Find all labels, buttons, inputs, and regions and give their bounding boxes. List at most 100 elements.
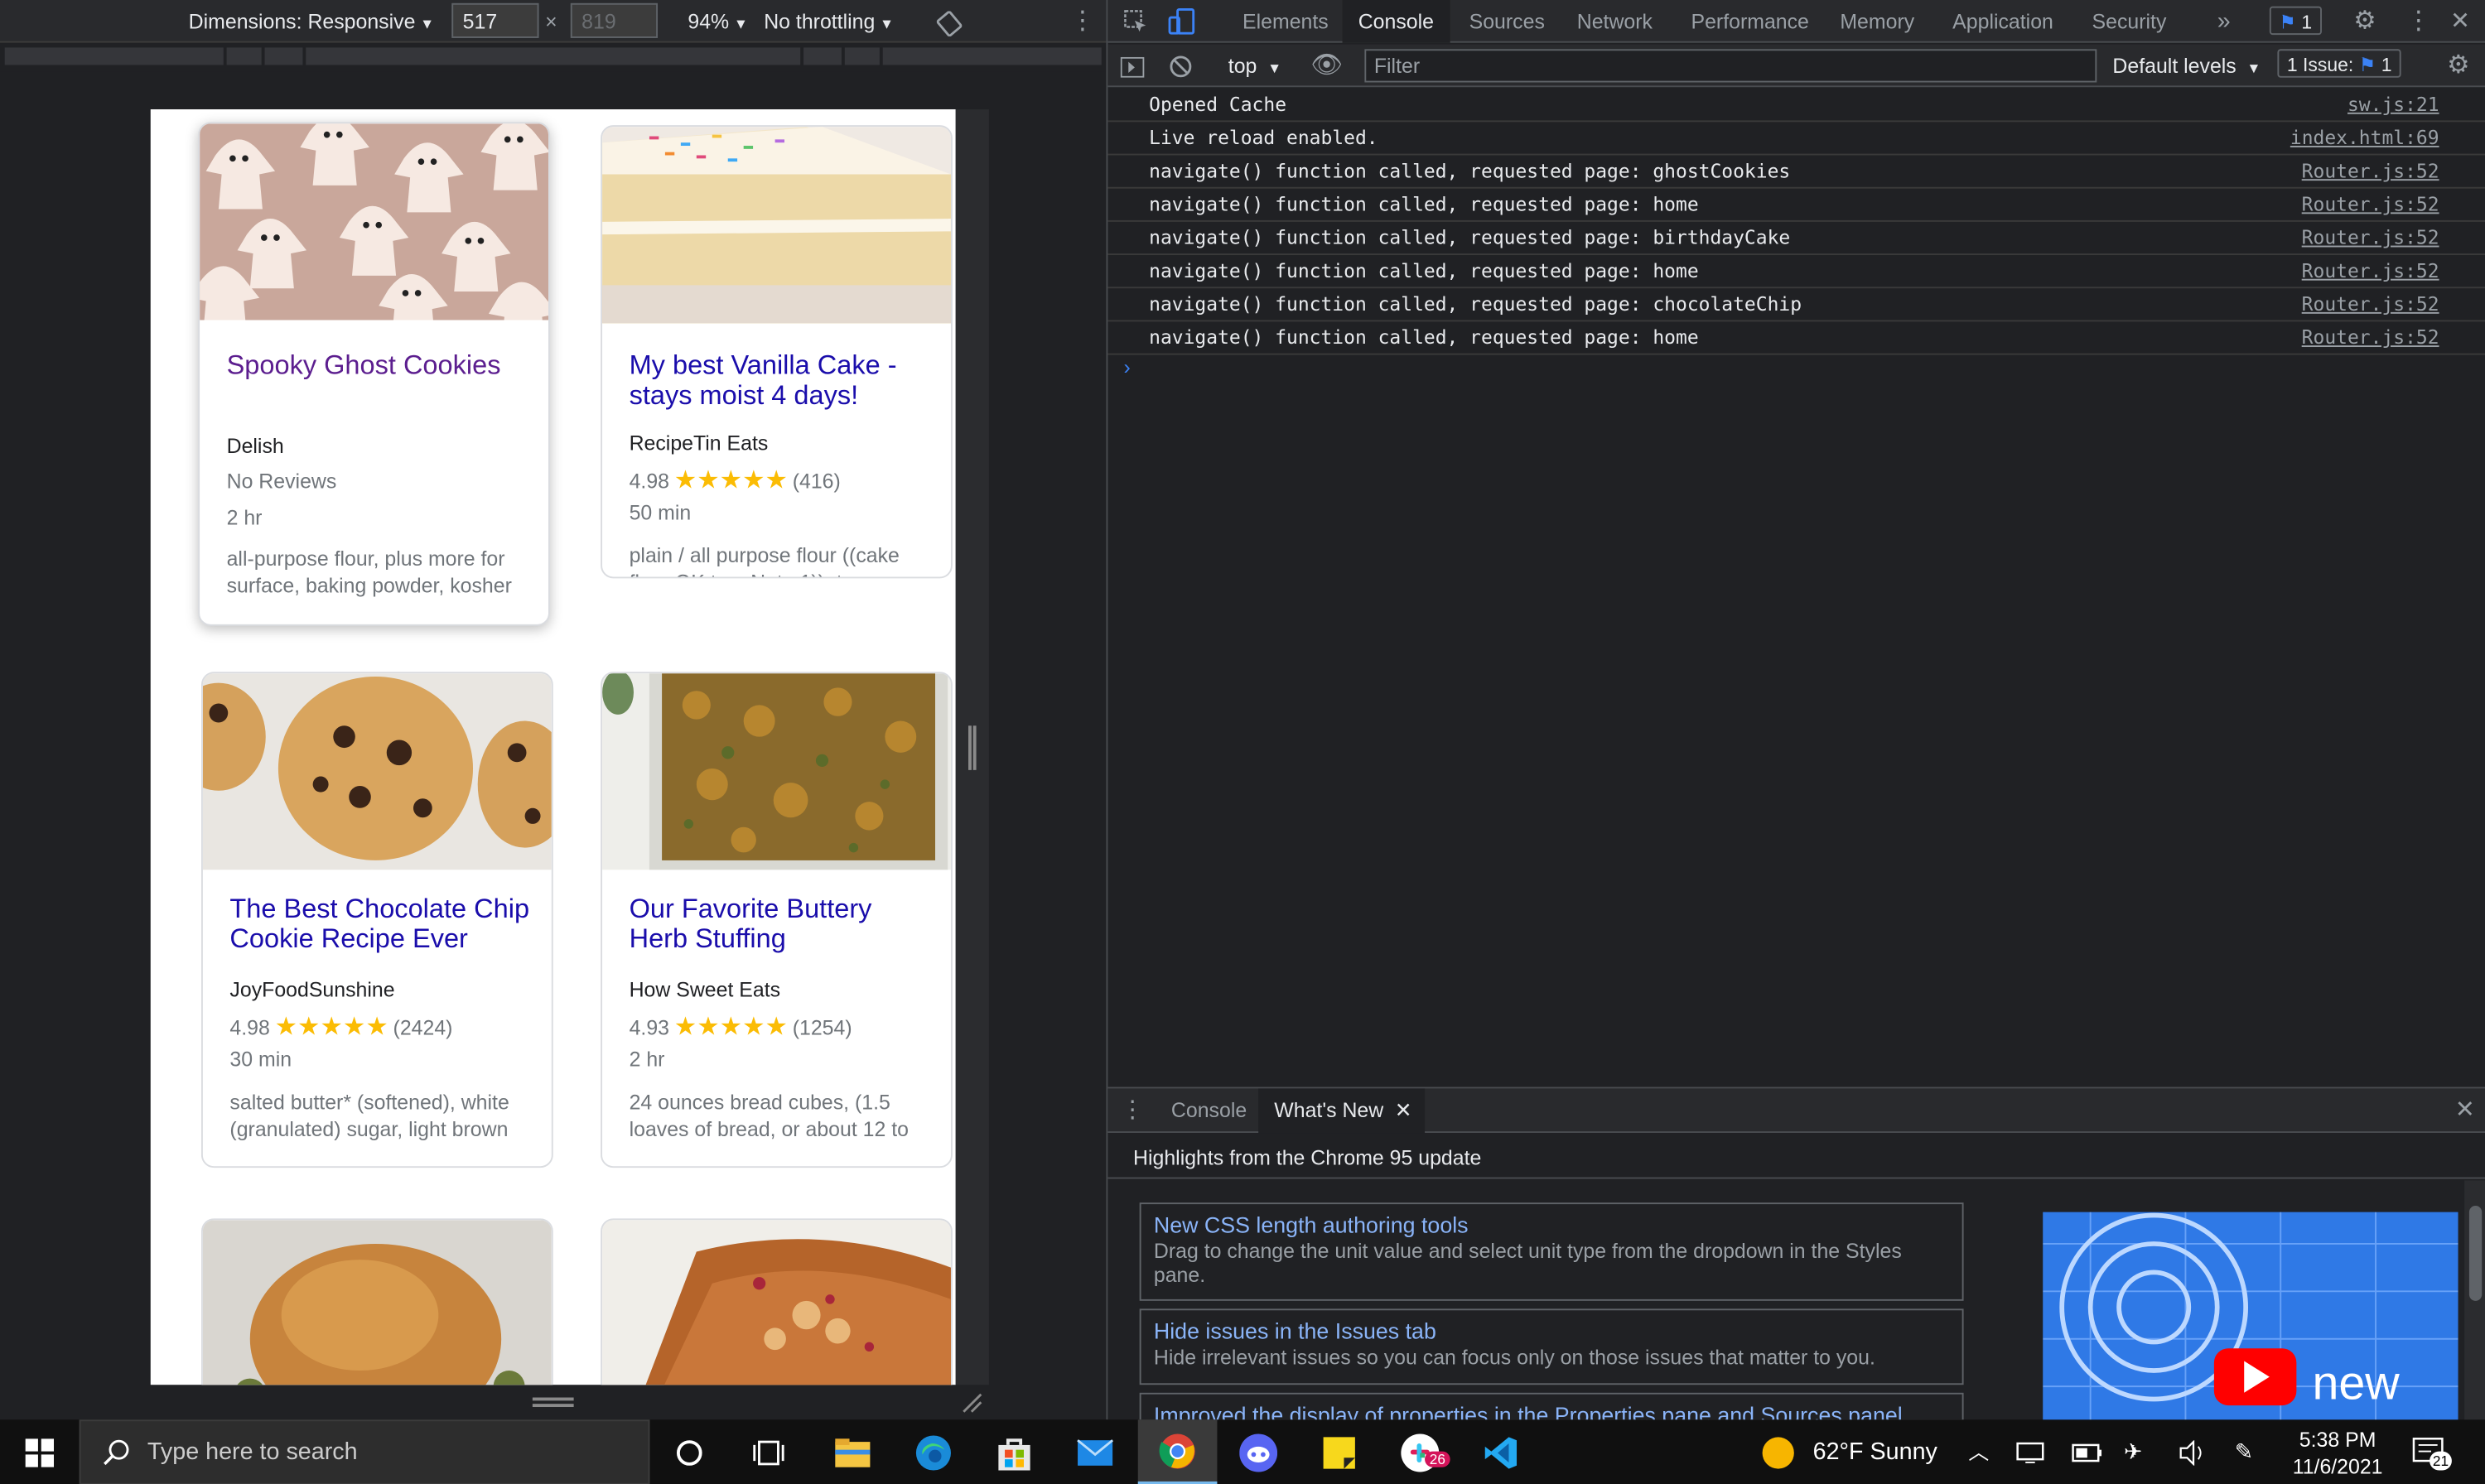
height-input[interactable]: 819 [570, 2, 659, 38]
throttling-dropdown[interactable]: No throttling ▼ [764, 0, 894, 43]
chrome-icon[interactable] [1137, 1419, 1218, 1484]
recipe-ingredients: plain / all purpose flour ((cake flour O… [629, 543, 932, 576]
airplane-mode-icon[interactable]: ✈ [2124, 1419, 2142, 1484]
console-prompt[interactable]: › [1124, 355, 1131, 379]
inspect-element-icon[interactable] [1124, 0, 1150, 43]
live-expression-eye-icon[interactable]: 👁 [1310, 45, 1343, 88]
recipe-title[interactable]: My best Vanilla Cake - stays moist 4 day… [630, 350, 931, 411]
edge-browser-icon[interactable] [894, 1419, 973, 1484]
ruler-segment[interactable] [226, 47, 262, 65]
recipe-card[interactable] [601, 1218, 953, 1385]
log-source-link[interactable]: Router.js:52 [2302, 156, 2439, 189]
close-drawer-icon[interactable]: ✕ [2439, 1088, 2485, 1133]
log-levels-dropdown[interactable]: Default levels ▼ [2112, 45, 2261, 90]
task-view-icon[interactable] [729, 1419, 808, 1484]
tab-console[interactable]: Console [1342, 0, 1450, 43]
ruler-segment[interactable] [264, 47, 303, 65]
drawer-scrollbar[interactable] [2464, 1180, 2485, 1422]
drawer-tab-label: What's New [1274, 1097, 1384, 1122]
settings-gear-icon[interactable]: ⚙ [2353, 0, 2376, 43]
battery-icon[interactable] [2072, 1419, 2103, 1484]
ruler-segment[interactable] [306, 47, 801, 65]
recipe-card[interactable]: Spooky Ghost Cookies Delish No Reviews 2… [198, 122, 550, 626]
sticky-notes-icon[interactable] [1300, 1419, 1379, 1484]
file-explorer-icon[interactable] [813, 1419, 893, 1484]
clear-console-icon[interactable] [1170, 45, 1192, 88]
log-source-link[interactable]: Router.js:52 [2302, 189, 2439, 222]
whats-new-item[interactable]: New CSS length authoring tools Drag to c… [1139, 1202, 1964, 1301]
cortana-icon[interactable] [649, 1419, 729, 1484]
console-settings-gear-icon[interactable]: ⚙ [2447, 45, 2469, 88]
ruler-segment[interactable] [844, 47, 880, 65]
resize-handle-corner[interactable] [960, 1391, 982, 1414]
recipe-title[interactable]: The Best Chocolate Chip Cookie Recipe Ev… [229, 894, 533, 954]
recipe-rating: No Reviews [226, 469, 337, 494]
tab-elements[interactable]: Elements [1227, 0, 1344, 43]
recipe-card[interactable] [200, 1218, 553, 1385]
issues-badge[interactable]: ⚑ 1 [2269, 6, 2322, 36]
whats-new-promo-image[interactable]: new [2043, 1212, 2458, 1422]
weather-widget[interactable]: 62°F Sunny [1762, 1419, 1937, 1484]
levels-label: Default levels [2112, 54, 2236, 78]
ruler-segment[interactable] [803, 47, 842, 65]
volume-icon[interactable] [2178, 1419, 2206, 1484]
log-source-link[interactable]: index.html:69 [2290, 122, 2439, 155]
close-tab-icon[interactable]: ✕ [1395, 1088, 1412, 1133]
tab-security[interactable]: Security [2076, 0, 2182, 43]
drawer-tab-console[interactable]: Console [1156, 1088, 1263, 1133]
log-source-link[interactable]: sw.js:21 [2347, 89, 2439, 122]
issues-counter[interactable]: 1 Issue: ⚑ 1 [2277, 49, 2401, 78]
more-tabs-icon[interactable]: » [2202, 0, 2246, 43]
zoom-dropdown[interactable]: 94% ▼ [688, 0, 748, 43]
ruler-segment[interactable] [882, 47, 1102, 65]
resize-handle-right[interactable] [968, 725, 977, 770]
drawer-tab-whats-new[interactable]: What's New ✕ [1258, 1088, 1425, 1134]
tab-performance[interactable]: Performance [1675, 0, 1825, 43]
whats-new-item[interactable]: Hide issues in the Issues tab Hide irrel… [1139, 1308, 1964, 1385]
clock[interactable]: 5:38 PM 11/6/2021 [2282, 1426, 2393, 1480]
scrollbar-thumb[interactable] [2468, 1206, 2483, 1301]
whats-new-item[interactable]: Improved the display of properties in th… [1139, 1392, 1964, 1422]
recipe-title[interactable]: Spooky Ghost Cookies [227, 350, 528, 380]
clock-date: 11/6/2021 [2292, 1454, 2383, 1479]
tab-memory[interactable]: Memory [1824, 0, 1930, 43]
log-source-link[interactable]: Router.js:52 [2302, 222, 2439, 255]
more-options-icon[interactable]: ⋮ [1069, 0, 1095, 43]
sidebar-toggle-icon[interactable] [1120, 45, 1145, 88]
log-source-link[interactable]: Router.js:52 [2302, 255, 2439, 288]
log-source-link[interactable]: Router.js:52 [2302, 321, 2439, 354]
notification-center-icon[interactable]: 21 [2412, 1419, 2452, 1484]
dimensions-dropdown[interactable]: Dimensions: Responsive ▼ [189, 0, 435, 43]
width-input[interactable]: 517 [451, 2, 539, 38]
device-emulation-pane: Dimensions: Responsive ▼ 517 × 819 94% ▼ N… [0, 0, 1107, 1420]
log-message: navigate() function called, requested pa… [1149, 226, 1791, 249]
filter-input[interactable]: Filter [1364, 49, 2097, 83]
tab-sources[interactable]: Sources [1453, 0, 1561, 43]
context-selector[interactable]: top ▼ [1228, 45, 1281, 90]
discord-icon[interactable] [1218, 1419, 1298, 1484]
close-devtools-icon[interactable]: ✕ [2450, 0, 2470, 43]
drawer-menu-icon[interactable]: ⋮ [1121, 1088, 1145, 1133]
windows-start-icon[interactable] [0, 1419, 80, 1484]
resize-handle-bottom[interactable] [532, 1397, 574, 1408]
recipe-card[interactable]: Our Favorite Buttery Herb Stuffing How S… [601, 672, 953, 1168]
ruler-segment[interactable] [4, 47, 224, 65]
microsoft-store-icon[interactable] [975, 1419, 1054, 1484]
tab-application[interactable]: Application [1937, 0, 2069, 43]
more-options-icon[interactable]: ⋮ [2405, 0, 2431, 43]
device-toolbar-toggle-icon[interactable] [1168, 0, 1196, 43]
show-hidden-icons-chevron-icon[interactable]: ︿ [1968, 1419, 1989, 1484]
mail-icon[interactable] [1055, 1419, 1135, 1484]
recipe-card[interactable]: My best Vanilla Cake - stays moist 4 day… [601, 125, 953, 579]
vscode-icon[interactable] [1461, 1419, 1541, 1484]
rotate-icon[interactable] [936, 0, 963, 43]
recipe-image [602, 673, 951, 870]
slack-icon[interactable]: 26 [1380, 1419, 1460, 1484]
taskbar-search-box[interactable]: Type here to search [79, 1419, 650, 1484]
pen-workspace-icon[interactable]: ✎ [2235, 1419, 2253, 1484]
recipe-title[interactable]: Our Favorite Buttery Herb Stuffing [630, 894, 931, 954]
recipe-card[interactable]: The Best Chocolate Chip Cookie Recipe Ev… [200, 672, 553, 1168]
log-source-link[interactable]: Router.js:52 [2302, 288, 2439, 321]
display-icon[interactable] [2016, 1419, 2044, 1484]
tab-network[interactable]: Network [1561, 0, 1669, 43]
